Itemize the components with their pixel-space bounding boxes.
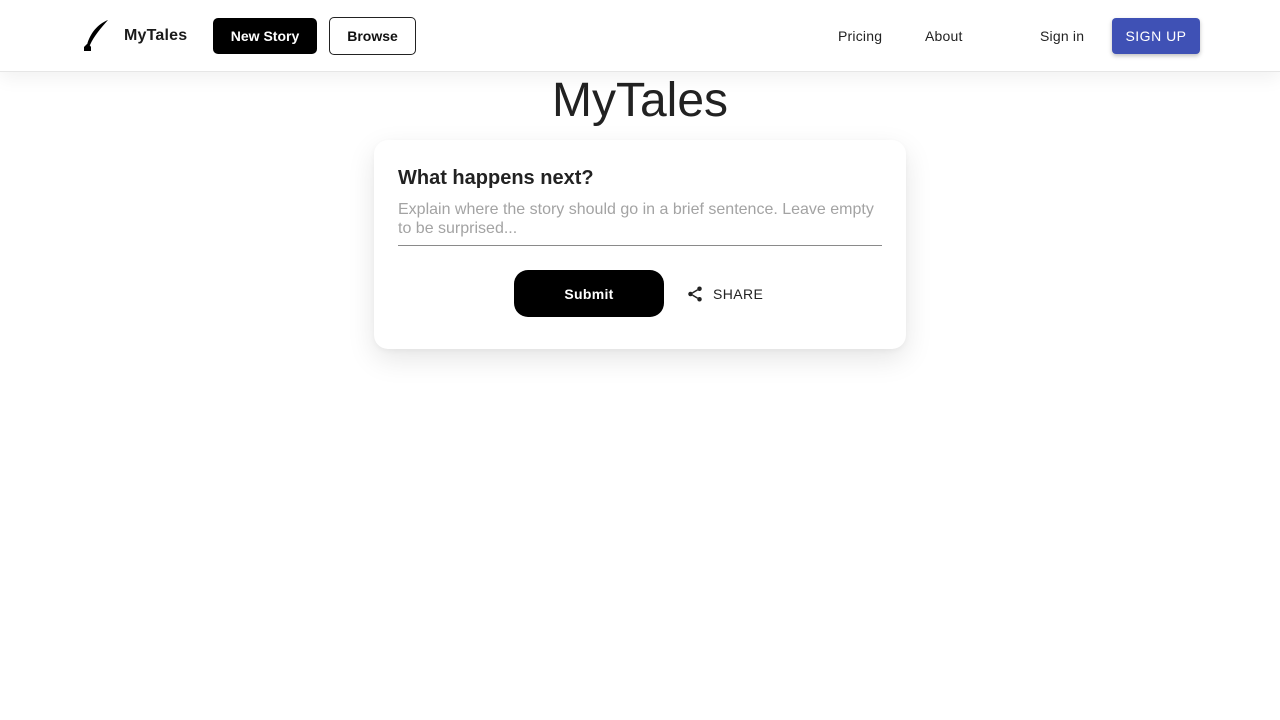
- top-navigation-bar: MyTales New Story Browse Pricing About S…: [0, 0, 1280, 72]
- quill-pen-icon: [80, 19, 110, 53]
- submit-button[interactable]: Submit: [514, 270, 664, 317]
- brand-logo-link[interactable]: MyTales: [80, 18, 187, 54]
- nav-link-about[interactable]: About: [925, 18, 963, 54]
- share-label: SHARE: [713, 285, 764, 302]
- page-title: MyTales: [551, 74, 729, 127]
- prompt-heading: What happens next?: [398, 167, 594, 189]
- new-story-button[interactable]: New Story: [213, 18, 317, 54]
- sign-up-button[interactable]: SIGN UP: [1112, 18, 1200, 54]
- nav-link-pricing[interactable]: Pricing: [838, 18, 882, 54]
- story-prompt-card: What happens next? Submit SHARE: [374, 140, 906, 349]
- story-direction-input[interactable]: [398, 200, 882, 246]
- share-icon: [686, 285, 704, 303]
- share-button[interactable]: SHARE: [676, 275, 773, 312]
- sign-in-link[interactable]: Sign in: [1040, 18, 1084, 54]
- browse-button[interactable]: Browse: [329, 17, 416, 55]
- brand-name: MyTales: [124, 27, 188, 44]
